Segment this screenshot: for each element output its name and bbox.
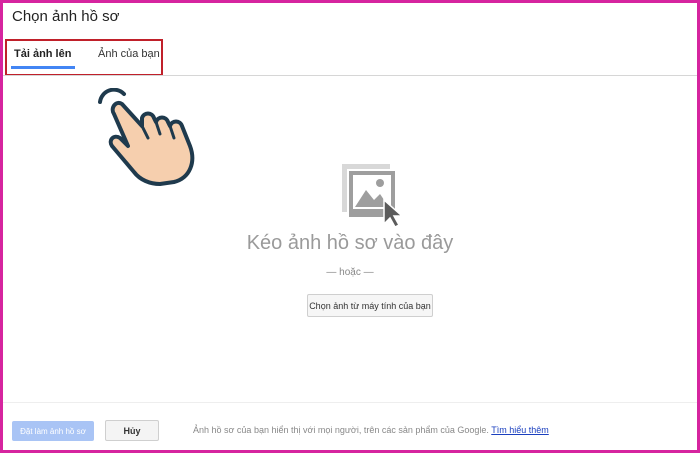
footer-divider bbox=[3, 402, 697, 403]
dialog-title: Chọn ảnh hồ sơ bbox=[12, 8, 120, 25]
header-divider bbox=[3, 75, 697, 76]
tab-your-photos[interactable]: Ảnh của bạn bbox=[98, 48, 160, 60]
cancel-button[interactable]: Hủy bbox=[105, 420, 159, 441]
or-separator: — hoặc — bbox=[326, 267, 374, 278]
active-tab-indicator bbox=[11, 66, 75, 69]
set-profile-photo-button[interactable]: Đặt làm ảnh hồ sơ bbox=[12, 421, 94, 441]
choose-from-computer-button[interactable]: Chọn ảnh từ máy tính của bạn bbox=[307, 294, 433, 317]
pointing-hand-icon bbox=[98, 88, 195, 186]
footer-note: Ảnh hồ sơ của bạn hiển thị với mọi người… bbox=[193, 425, 549, 435]
tab-bar-highlight: Tải ảnh lên Ảnh của bạn bbox=[5, 39, 163, 76]
tab-upload[interactable]: Tải ảnh lên bbox=[14, 48, 71, 60]
footer-note-text: Ảnh hồ sơ của bạn hiển thị với mọi người… bbox=[193, 425, 489, 435]
learn-more-link[interactable]: Tìm hiểu thêm bbox=[491, 425, 549, 435]
image-drop-icon bbox=[342, 164, 402, 228]
drop-zone-text: Kéo ảnh hồ sơ vào đây bbox=[246, 232, 454, 254]
